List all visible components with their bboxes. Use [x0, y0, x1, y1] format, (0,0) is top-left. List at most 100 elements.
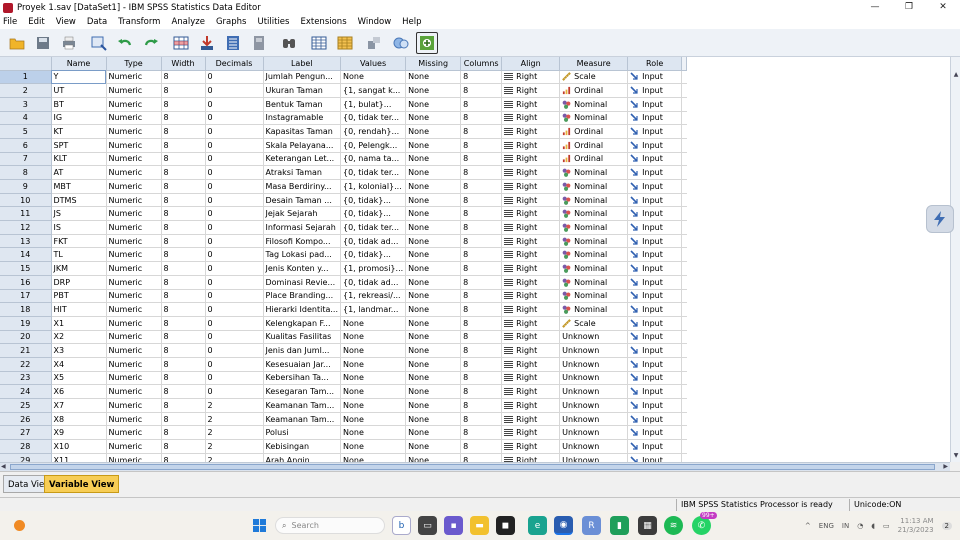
find-button[interactable]	[278, 32, 300, 54]
menu-graphs[interactable]: Graphs	[211, 17, 253, 27]
dialog-recall-button[interactable]	[88, 32, 110, 54]
cell-align[interactable]: Right	[501, 70, 561, 85]
cell-columns[interactable]: 8	[460, 330, 503, 345]
cell-label[interactable]: Jenis Konten y...	[263, 261, 341, 276]
cell-measure[interactable]: Unknown	[559, 425, 629, 441]
cell-measure[interactable]: Scale	[559, 70, 629, 85]
cell-label[interactable]: Jumlah Pengun...	[263, 70, 341, 85]
cell-measure[interactable]: Scale	[559, 316, 629, 331]
cell-values[interactable]: None	[340, 343, 407, 358]
cell-label[interactable]: Informasi Sejarah	[263, 220, 341, 235]
cell-measure[interactable]: Nominal	[559, 275, 629, 290]
taskbar-app-store[interactable]: ◼	[496, 516, 515, 535]
cell-columns[interactable]: 8	[460, 124, 503, 139]
cell-values[interactable]: {0, Pelengk...	[340, 138, 407, 153]
cell-label[interactable]: Filosofi Kompo...	[263, 234, 341, 249]
cell-width[interactable]: 8	[161, 302, 206, 317]
cell-width[interactable]: 8	[161, 275, 206, 290]
cell-decimals[interactable]: 0	[205, 165, 264, 180]
cell-width[interactable]: 8	[161, 371, 206, 386]
cell-width[interactable]: 8	[161, 234, 206, 249]
row-number[interactable]: 11	[0, 206, 52, 222]
cell-columns[interactable]: 8	[460, 138, 503, 153]
row-number[interactable]: 2	[0, 83, 52, 98]
cell-values[interactable]: {0, tidak ter...	[340, 165, 407, 180]
cell-label[interactable]: Kualitas Fasilitas	[263, 330, 341, 345]
cell-decimals[interactable]: 2	[205, 453, 264, 462]
cell-values[interactable]: {0, tidak ter...	[340, 111, 407, 126]
cell-name[interactable]: X11	[51, 453, 107, 462]
weather-widget[interactable]	[10, 516, 29, 535]
menu-window[interactable]: Window	[353, 17, 398, 27]
cell-width[interactable]: 8	[161, 179, 206, 194]
cell-type[interactable]: Numeric	[106, 111, 162, 126]
cell-role[interactable]: Input	[627, 343, 683, 358]
cell-missing[interactable]: None	[405, 83, 462, 98]
cell-columns[interactable]: 8	[460, 83, 503, 98]
cell-align[interactable]: Right	[501, 111, 561, 126]
cell-name[interactable]: X3	[51, 343, 107, 358]
cell-name[interactable]: AT	[51, 165, 107, 180]
cell-role[interactable]: Input	[627, 97, 683, 112]
column-header-label[interactable]: Label	[263, 57, 341, 71]
cell-columns[interactable]: 8	[460, 384, 503, 399]
menu-file[interactable]: File	[0, 17, 23, 27]
cell-values[interactable]: {0, tidak ad...	[340, 234, 407, 249]
cell-measure[interactable]: Unknown	[559, 371, 629, 386]
cell-role[interactable]: Input	[627, 412, 683, 427]
row-number[interactable]: 6	[0, 138, 52, 153]
column-header-values[interactable]: Values	[340, 57, 407, 71]
cell-values[interactable]: {0, rendah}...	[340, 124, 407, 139]
cell-align[interactable]: Right	[501, 179, 561, 194]
cell-columns[interactable]: 8	[460, 289, 503, 304]
cell-name[interactable]: X2	[51, 330, 107, 345]
cell-type[interactable]: Numeric	[106, 220, 162, 235]
cell-role[interactable]: Input	[627, 453, 683, 462]
column-header-measure[interactable]: Measure	[559, 57, 629, 71]
cell-measure[interactable]: Unknown	[559, 398, 629, 413]
cell-label[interactable]: Kesesuaian Jar...	[263, 357, 341, 372]
open-button[interactable]	[6, 32, 28, 54]
cell-measure[interactable]: Nominal	[559, 234, 629, 249]
cell-align[interactable]: Right	[501, 138, 561, 153]
row-number[interactable]: 20	[0, 330, 52, 345]
cell-role[interactable]: Input	[627, 302, 683, 317]
cell-missing[interactable]: None	[405, 398, 462, 413]
cell-values[interactable]: {1, rekreasi/...	[340, 289, 407, 304]
menu-data[interactable]: Data	[82, 17, 113, 27]
taskbar-app-whatsapp[interactable]: ✆ 99+	[692, 512, 717, 535]
column-header-decimals[interactable]: Decimals	[205, 57, 264, 71]
cell-role[interactable]: Input	[627, 398, 683, 413]
cell-missing[interactable]: None	[405, 206, 462, 222]
row-number[interactable]: 26	[0, 412, 52, 427]
cell-measure[interactable]: Nominal	[559, 193, 629, 208]
cell-type[interactable]: Numeric	[106, 330, 162, 345]
insert-cases-button[interactable]	[248, 32, 270, 54]
cell-columns[interactable]: 8	[460, 343, 503, 358]
cell-width[interactable]: 8	[161, 70, 206, 85]
cell-align[interactable]: Right	[501, 234, 561, 249]
row-number[interactable]: 15	[0, 261, 52, 276]
taskbar-search[interactable]: ⌕ Search	[275, 517, 385, 534]
cell-align[interactable]: Right	[501, 330, 561, 345]
cell-align[interactable]: Right	[501, 412, 561, 427]
cell-name[interactable]: IG	[51, 111, 107, 126]
cell-align[interactable]: Right	[501, 83, 561, 98]
row-number[interactable]: 1	[0, 70, 52, 85]
cell-role[interactable]: Input	[627, 316, 683, 331]
taskbar-app-calculator[interactable]: ▦	[638, 516, 657, 535]
cell-missing[interactable]: None	[405, 330, 462, 345]
column-header-type[interactable]: Type	[106, 57, 162, 71]
cell-columns[interactable]: 8	[460, 412, 503, 427]
go-to-variable-button[interactable]	[196, 32, 218, 54]
cell-columns[interactable]: 8	[460, 425, 503, 441]
cell-decimals[interactable]: 2	[205, 439, 264, 454]
cell-values[interactable]: {1, promosi}...	[340, 261, 407, 276]
cell-name[interactable]: X5	[51, 371, 107, 386]
cell-columns[interactable]: 8	[460, 97, 503, 112]
row-number[interactable]: 8	[0, 165, 52, 180]
cell-values[interactable]: None	[340, 330, 407, 345]
use-sets-button[interactable]	[390, 32, 412, 54]
scroll-down-arrow-icon[interactable]: ▼	[952, 452, 960, 460]
cell-columns[interactable]: 8	[460, 234, 503, 249]
